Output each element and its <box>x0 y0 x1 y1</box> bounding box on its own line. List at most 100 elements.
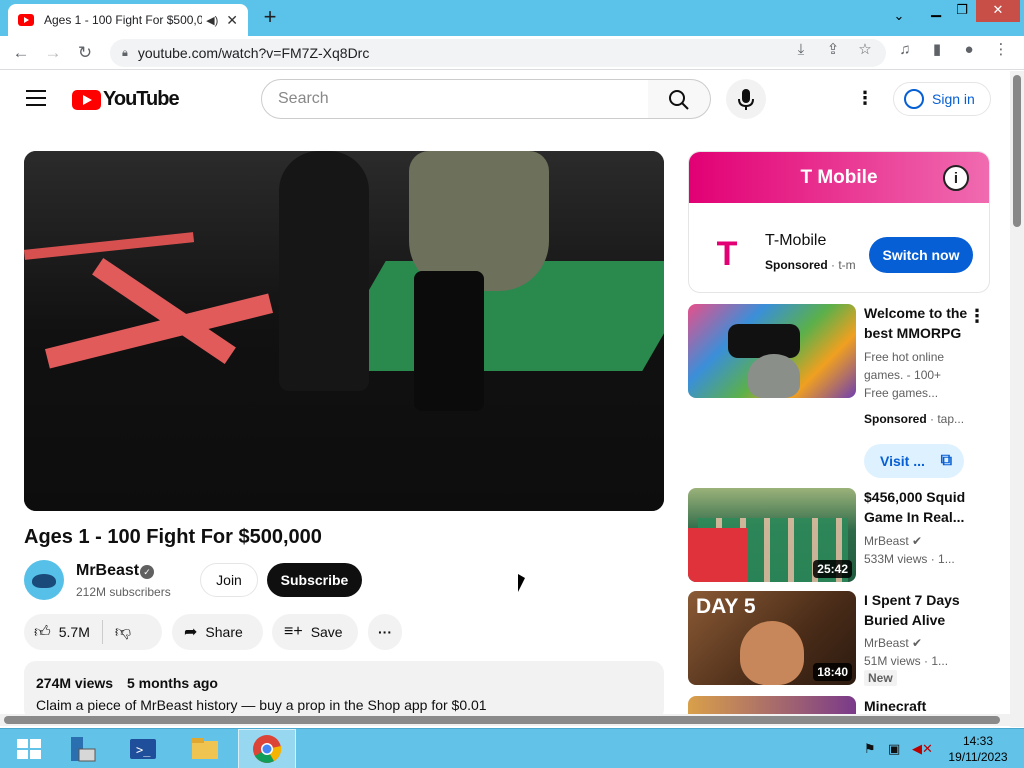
browser-toolbar: ← → ↻ 🔒︎ youtube.com/watch?v=FM7Z-Xq8Drc… <box>0 36 1024 70</box>
youtube-favicon-icon <box>18 14 34 26</box>
address-bar[interactable]: 🔒︎ youtube.com/watch?v=FM7Z-Xq8Drc <box>110 39 886 67</box>
search-icon <box>669 90 689 110</box>
join-button[interactable]: Join <box>200 563 258 597</box>
channel-avatar[interactable] <box>24 560 64 600</box>
restore-button[interactable]: ❐ <box>950 0 974 22</box>
like-count: 5.7M <box>58 624 90 640</box>
clock-time: 14:33 <box>962 734 994 748</box>
rec-ad-line: games. - 100+ <box>864 368 942 382</box>
volume-muted-icon[interactable]: ◀✕ <box>912 741 933 757</box>
ad-advertiser: T-Mobile <box>765 232 827 249</box>
new-tab-button[interactable]: + <box>258 6 282 30</box>
forward-icon[interactable]: → <box>42 42 64 64</box>
speaker-icon[interactable]: ◀) <box>206 14 218 27</box>
verified-icon: ✓ <box>140 565 154 579</box>
server-manager-icon[interactable] <box>52 729 110 768</box>
rec-channel[interactable]: MrBeast ✔ <box>864 532 922 550</box>
browser-tab[interactable]: Ages 1 - 100 Fight For $500,0 ◀) ✕ <box>8 4 248 36</box>
save-label: Save <box>310 624 343 640</box>
rec-meta: 533M views · 1... <box>864 552 955 566</box>
thumbs-up-icon: 👍︎ <box>34 623 51 641</box>
youtube-header: YouTube Search ⋮ Sign in <box>0 71 1010 127</box>
profile-icon[interactable]: ● <box>958 39 980 61</box>
upload-age: 5 months ago <box>126 675 218 691</box>
chrome-menu-icon[interactable]: ⋮ <box>990 39 1012 61</box>
info-icon[interactable]: i <box>943 165 969 191</box>
search-button[interactable] <box>648 79 711 119</box>
external-link-icon: ⧉ <box>940 452 952 469</box>
tab-search-icon[interactable]: ⌄ <box>888 6 910 28</box>
verified-icon: ✔ <box>912 534 923 548</box>
share-page-icon[interactable]: ⇪ <box>822 39 844 61</box>
verified-icon: ✔ <box>912 636 923 650</box>
rec-views: 533M views <box>864 552 928 566</box>
rec-title[interactable]: Welcome to the best MMORPG <box>864 303 974 343</box>
more-actions-button[interactable]: ··· <box>368 614 402 650</box>
rec-title[interactable]: I Spent 7 Days Buried Alive <box>864 590 974 630</box>
visit-button[interactable]: Visit ... ⧉ <box>864 444 964 478</box>
visit-label: Visit ... <box>880 453 925 469</box>
rec-channel[interactable]: MrBeast ✔ <box>864 634 922 652</box>
horizontal-scrollbar[interactable] <box>0 714 1010 726</box>
share-button[interactable]: ➦ Share <box>172 614 263 650</box>
url-text: youtube.com/watch?v=FM7Z-Xq8Drc <box>137 45 370 61</box>
view-count: 274M views <box>36 675 114 691</box>
clock-date: 19/11/2023 <box>948 750 1008 764</box>
flag-icon[interactable]: ⚑ <box>864 741 876 757</box>
save-button[interactable]: ≡+ Save <box>272 614 358 650</box>
youtube-play-icon <box>72 89 101 110</box>
side-panel-icon[interactable]: ▮ <box>926 39 948 61</box>
windows-logo-icon <box>17 739 41 759</box>
vertical-scrollbar[interactable] <box>1010 71 1024 727</box>
bookmark-star-icon[interactable]: ☆ <box>854 39 876 61</box>
settings-more-icon[interactable]: ⋮ <box>855 88 875 110</box>
close-tab-icon[interactable]: ✕ <box>226 12 238 29</box>
system-clock[interactable]: 14:33 19/11/2023 <box>940 733 1016 765</box>
sign-in-button[interactable]: Sign in <box>893 82 991 116</box>
like-dislike-bar: 👍︎ 5.7M 👎︎ <box>24 614 162 650</box>
youtube-logo[interactable]: YouTube <box>72 88 180 111</box>
reload-icon[interactable]: ↻ <box>74 42 96 64</box>
close-window-button[interactable]: ✕ <box>976 0 1020 22</box>
back-icon[interactable]: ← <box>10 42 32 64</box>
sidebar-ad[interactable]: T Mobile i T T-Mobile Sponsored · t-m Sw… <box>688 151 990 293</box>
rec-age: 1... <box>938 552 955 566</box>
video-thumbnail[interactable] <box>688 696 856 714</box>
powershell-icon[interactable]: >_ <box>114 729 172 768</box>
lock-icon: 🔒︎ <box>122 46 128 59</box>
game-ad-thumbnail[interactable] <box>688 304 856 398</box>
scrollbar-thumb[interactable] <box>4 716 1000 724</box>
like-button[interactable]: 👍︎ 5.7M <box>24 620 103 644</box>
switch-now-button[interactable]: Switch now <box>869 237 973 273</box>
ad-domain: t-m <box>838 258 856 272</box>
video-thumbnail[interactable]: 25:42 <box>688 488 856 582</box>
ad-sponsored-line: Sponsored · t-m <box>765 258 856 272</box>
file-explorer-icon[interactable] <box>176 729 234 768</box>
media-control-icon[interactable]: ♫ <box>894 39 916 61</box>
thumb-text: DAY 5 <box>696 595 756 618</box>
scrollbar-thumb[interactable] <box>1013 75 1021 227</box>
more-horizontal-icon: ··· <box>378 624 392 640</box>
search-input[interactable]: Search <box>261 79 649 119</box>
video-player[interactable] <box>24 151 664 511</box>
rec-title[interactable]: $456,000 Squid Game In Real... <box>864 487 974 527</box>
rec-title[interactable]: Minecraft <box>864 696 974 714</box>
channel-name[interactable]: MrBeast <box>76 562 139 580</box>
rec-menu-icon[interactable]: ⋮ <box>968 306 986 327</box>
menu-icon[interactable] <box>26 90 46 106</box>
description-box[interactable]: 274M views 5 months ago Claim a piece of… <box>24 661 664 721</box>
ad-banner[interactable]: T Mobile i <box>689 152 989 203</box>
chrome-taskbar-icon[interactable] <box>238 729 296 768</box>
network-icon[interactable]: ▣ <box>888 741 900 757</box>
start-button[interactable] <box>0 729 58 768</box>
video-thumbnail[interactable]: DAY 5 18:40 <box>688 591 856 685</box>
voice-search-button[interactable] <box>726 79 766 119</box>
new-badge: New <box>864 670 897 686</box>
rec-ad-line: Free hot online <box>864 350 945 364</box>
ad-banner-text: T Mobile <box>800 167 878 188</box>
subscribe-button[interactable]: Subscribe <box>267 563 362 597</box>
minimize-button[interactable]: ▁ <box>924 0 948 22</box>
dislike-button[interactable]: 👎︎ <box>103 623 131 642</box>
rec-channel-name: MrBeast <box>864 534 909 548</box>
install-icon[interactable]: ⤓ <box>790 39 812 61</box>
